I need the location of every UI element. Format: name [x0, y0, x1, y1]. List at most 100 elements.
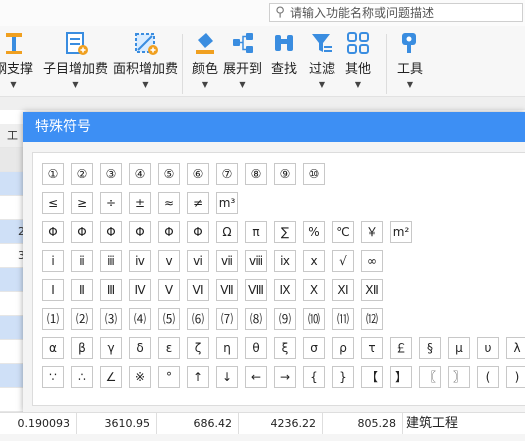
symbol-button[interactable]: ξ — [274, 337, 296, 359]
sub-item-add-fee-button[interactable]: 子目增加费 ▼ — [43, 30, 108, 90]
symbol-button[interactable]: ⅷ — [245, 250, 267, 272]
symbol-button[interactable]: ⑦ — [216, 163, 238, 185]
symbol-button[interactable]: ⅸ — [274, 250, 296, 272]
symbol-button[interactable]: m² — [390, 221, 412, 243]
symbol-button[interactable]: Ⅻ — [361, 279, 383, 301]
symbol-button[interactable]: α — [42, 337, 64, 359]
symbol-button[interactable]: ⑺ — [216, 308, 238, 330]
symbol-button[interactable]: ∴ — [71, 366, 93, 388]
color-button[interactable]: 颜色 ▼ — [192, 30, 218, 90]
tools-button[interactable]: 工具 ▼ — [397, 30, 423, 90]
symbol-button[interactable]: ÷ — [100, 192, 122, 214]
symbol-button[interactable]: ← — [245, 366, 267, 388]
feature-search-box[interactable]: ⚲ 请输入功能名称或问题描述 — [269, 3, 523, 22]
symbol-button[interactable]: ⑼ — [274, 308, 296, 330]
symbol-button[interactable]: ≈ — [158, 192, 180, 214]
symbol-button[interactable]: ② — [71, 163, 93, 185]
symbol-button[interactable]: ε — [158, 337, 180, 359]
symbol-button[interactable]: ￥ — [361, 221, 383, 243]
filter-button[interactable]: 过滤 ▼ — [309, 30, 335, 90]
symbol-button[interactable]: μ — [448, 337, 470, 359]
find-button[interactable]: 查找 — [271, 30, 297, 77]
symbol-button[interactable]: Φ — [100, 221, 122, 243]
symbol-button[interactable]: { — [303, 366, 325, 388]
symbol-button[interactable]: ⅱ — [71, 250, 93, 272]
symbol-button[interactable]: ⑩ — [303, 163, 325, 185]
symbol-button[interactable]: § — [419, 337, 441, 359]
symbol-button[interactable]: ⑨ — [274, 163, 296, 185]
symbol-button[interactable]: ⅲ — [100, 250, 122, 272]
symbol-button[interactable]: 】 — [390, 366, 412, 388]
symbol-button[interactable]: % — [303, 221, 325, 243]
symbol-button[interactable]: ④ — [129, 163, 151, 185]
symbol-button[interactable]: ⑽ — [303, 308, 325, 330]
symbol-button[interactable]: ⑷ — [129, 308, 151, 330]
symbol-button[interactable]: η — [216, 337, 238, 359]
symbol-button[interactable]: ( — [477, 366, 499, 388]
symbol-button[interactable]: Ⅷ — [245, 279, 267, 301]
symbol-button[interactable]: ⑾ — [332, 308, 354, 330]
symbol-button[interactable]: Ⅰ — [42, 279, 64, 301]
symbol-button[interactable]: → — [274, 366, 296, 388]
symbol-button[interactable]: Ⅵ — [187, 279, 209, 301]
symbol-button[interactable]: Φ — [158, 221, 180, 243]
symbol-button[interactable]: Ⅲ — [100, 279, 122, 301]
symbol-button[interactable]: ⑧ — [245, 163, 267, 185]
symbol-button[interactable]: ① — [42, 163, 64, 185]
table-row[interactable]: 0.190093 3610.95 686.42 4236.22 805.28 建… — [0, 412, 525, 436]
symbol-button[interactable]: ζ — [187, 337, 209, 359]
symbol-button[interactable]: ⅶ — [216, 250, 238, 272]
symbol-button[interactable]: Ⅱ — [71, 279, 93, 301]
symbol-button[interactable]: Ⅳ — [129, 279, 151, 301]
symbol-button[interactable]: ③ — [100, 163, 122, 185]
symbol-button[interactable]: Φ — [187, 221, 209, 243]
symbol-button[interactable]: π — [245, 221, 267, 243]
expand-to-button[interactable]: 展开到 ▼ — [223, 30, 262, 90]
symbol-button[interactable]: ⅹ — [303, 250, 325, 272]
symbol-button[interactable]: σ — [303, 337, 325, 359]
symbol-button[interactable]: ℃ — [332, 221, 354, 243]
symbol-button[interactable]: ⑴ — [42, 308, 64, 330]
symbol-button[interactable]: Ⅺ — [332, 279, 354, 301]
symbol-button[interactable]: Φ — [71, 221, 93, 243]
symbol-button[interactable]: Ⅶ — [216, 279, 238, 301]
symbol-button[interactable]: υ — [477, 337, 499, 359]
area-add-fee-button[interactable]: 面积增加费 ▼ — [113, 30, 178, 90]
symbol-button[interactable]: ≤ — [42, 192, 64, 214]
symbol-button[interactable]: Φ — [42, 221, 64, 243]
symbol-button[interactable]: Ⅸ — [274, 279, 296, 301]
symbol-button[interactable]: ⑵ — [71, 308, 93, 330]
symbol-button[interactable]: β — [71, 337, 93, 359]
symbol-button[interactable]: Ⅹ — [303, 279, 325, 301]
symbol-button[interactable]: τ — [361, 337, 383, 359]
symbol-button[interactable]: ⑻ — [245, 308, 267, 330]
symbol-button[interactable]: ≠ — [187, 192, 209, 214]
symbol-button[interactable]: m³ — [216, 192, 238, 214]
symbol-button[interactable]: γ — [100, 337, 122, 359]
symbol-button[interactable]: ⑤ — [158, 163, 180, 185]
symbol-button[interactable]: ↓ — [216, 366, 238, 388]
symbol-button[interactable]: ⅴ — [158, 250, 180, 272]
symbol-button[interactable]: ⅰ — [42, 250, 64, 272]
symbol-button[interactable]: ∠ — [100, 366, 122, 388]
symbol-button[interactable]: Ⅴ — [158, 279, 180, 301]
symbol-button[interactable]: ∑ — [274, 221, 296, 243]
symbol-button[interactable]: ° — [158, 366, 180, 388]
symbol-button[interactable]: ↑ — [187, 366, 209, 388]
steel-support-button[interactable]: 钢支撑 ▼ — [0, 30, 33, 90]
symbol-button[interactable]: ∞ — [361, 250, 383, 272]
symbol-button[interactable]: ※ — [129, 366, 151, 388]
symbol-button[interactable]: λ — [506, 337, 525, 359]
symbol-button[interactable]: ⑶ — [100, 308, 122, 330]
symbol-button[interactable]: √ — [332, 250, 354, 272]
symbol-button[interactable]: ∵ — [42, 366, 64, 388]
symbol-button[interactable]: ⅳ — [129, 250, 151, 272]
symbol-button[interactable]: 〗 — [448, 366, 470, 388]
symbol-button[interactable]: Φ — [129, 221, 151, 243]
symbol-button[interactable]: ⑹ — [187, 308, 209, 330]
symbol-button[interactable]: Ω — [216, 221, 238, 243]
symbol-button[interactable]: θ — [245, 337, 267, 359]
symbol-button[interactable]: ⑥ — [187, 163, 209, 185]
symbol-button[interactable]: ρ — [332, 337, 354, 359]
other-button[interactable]: 其他 ▼ — [345, 30, 371, 90]
